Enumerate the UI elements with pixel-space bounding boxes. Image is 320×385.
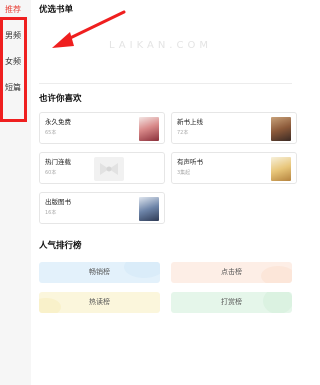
annotation-arrow-icon: [52, 10, 126, 48]
